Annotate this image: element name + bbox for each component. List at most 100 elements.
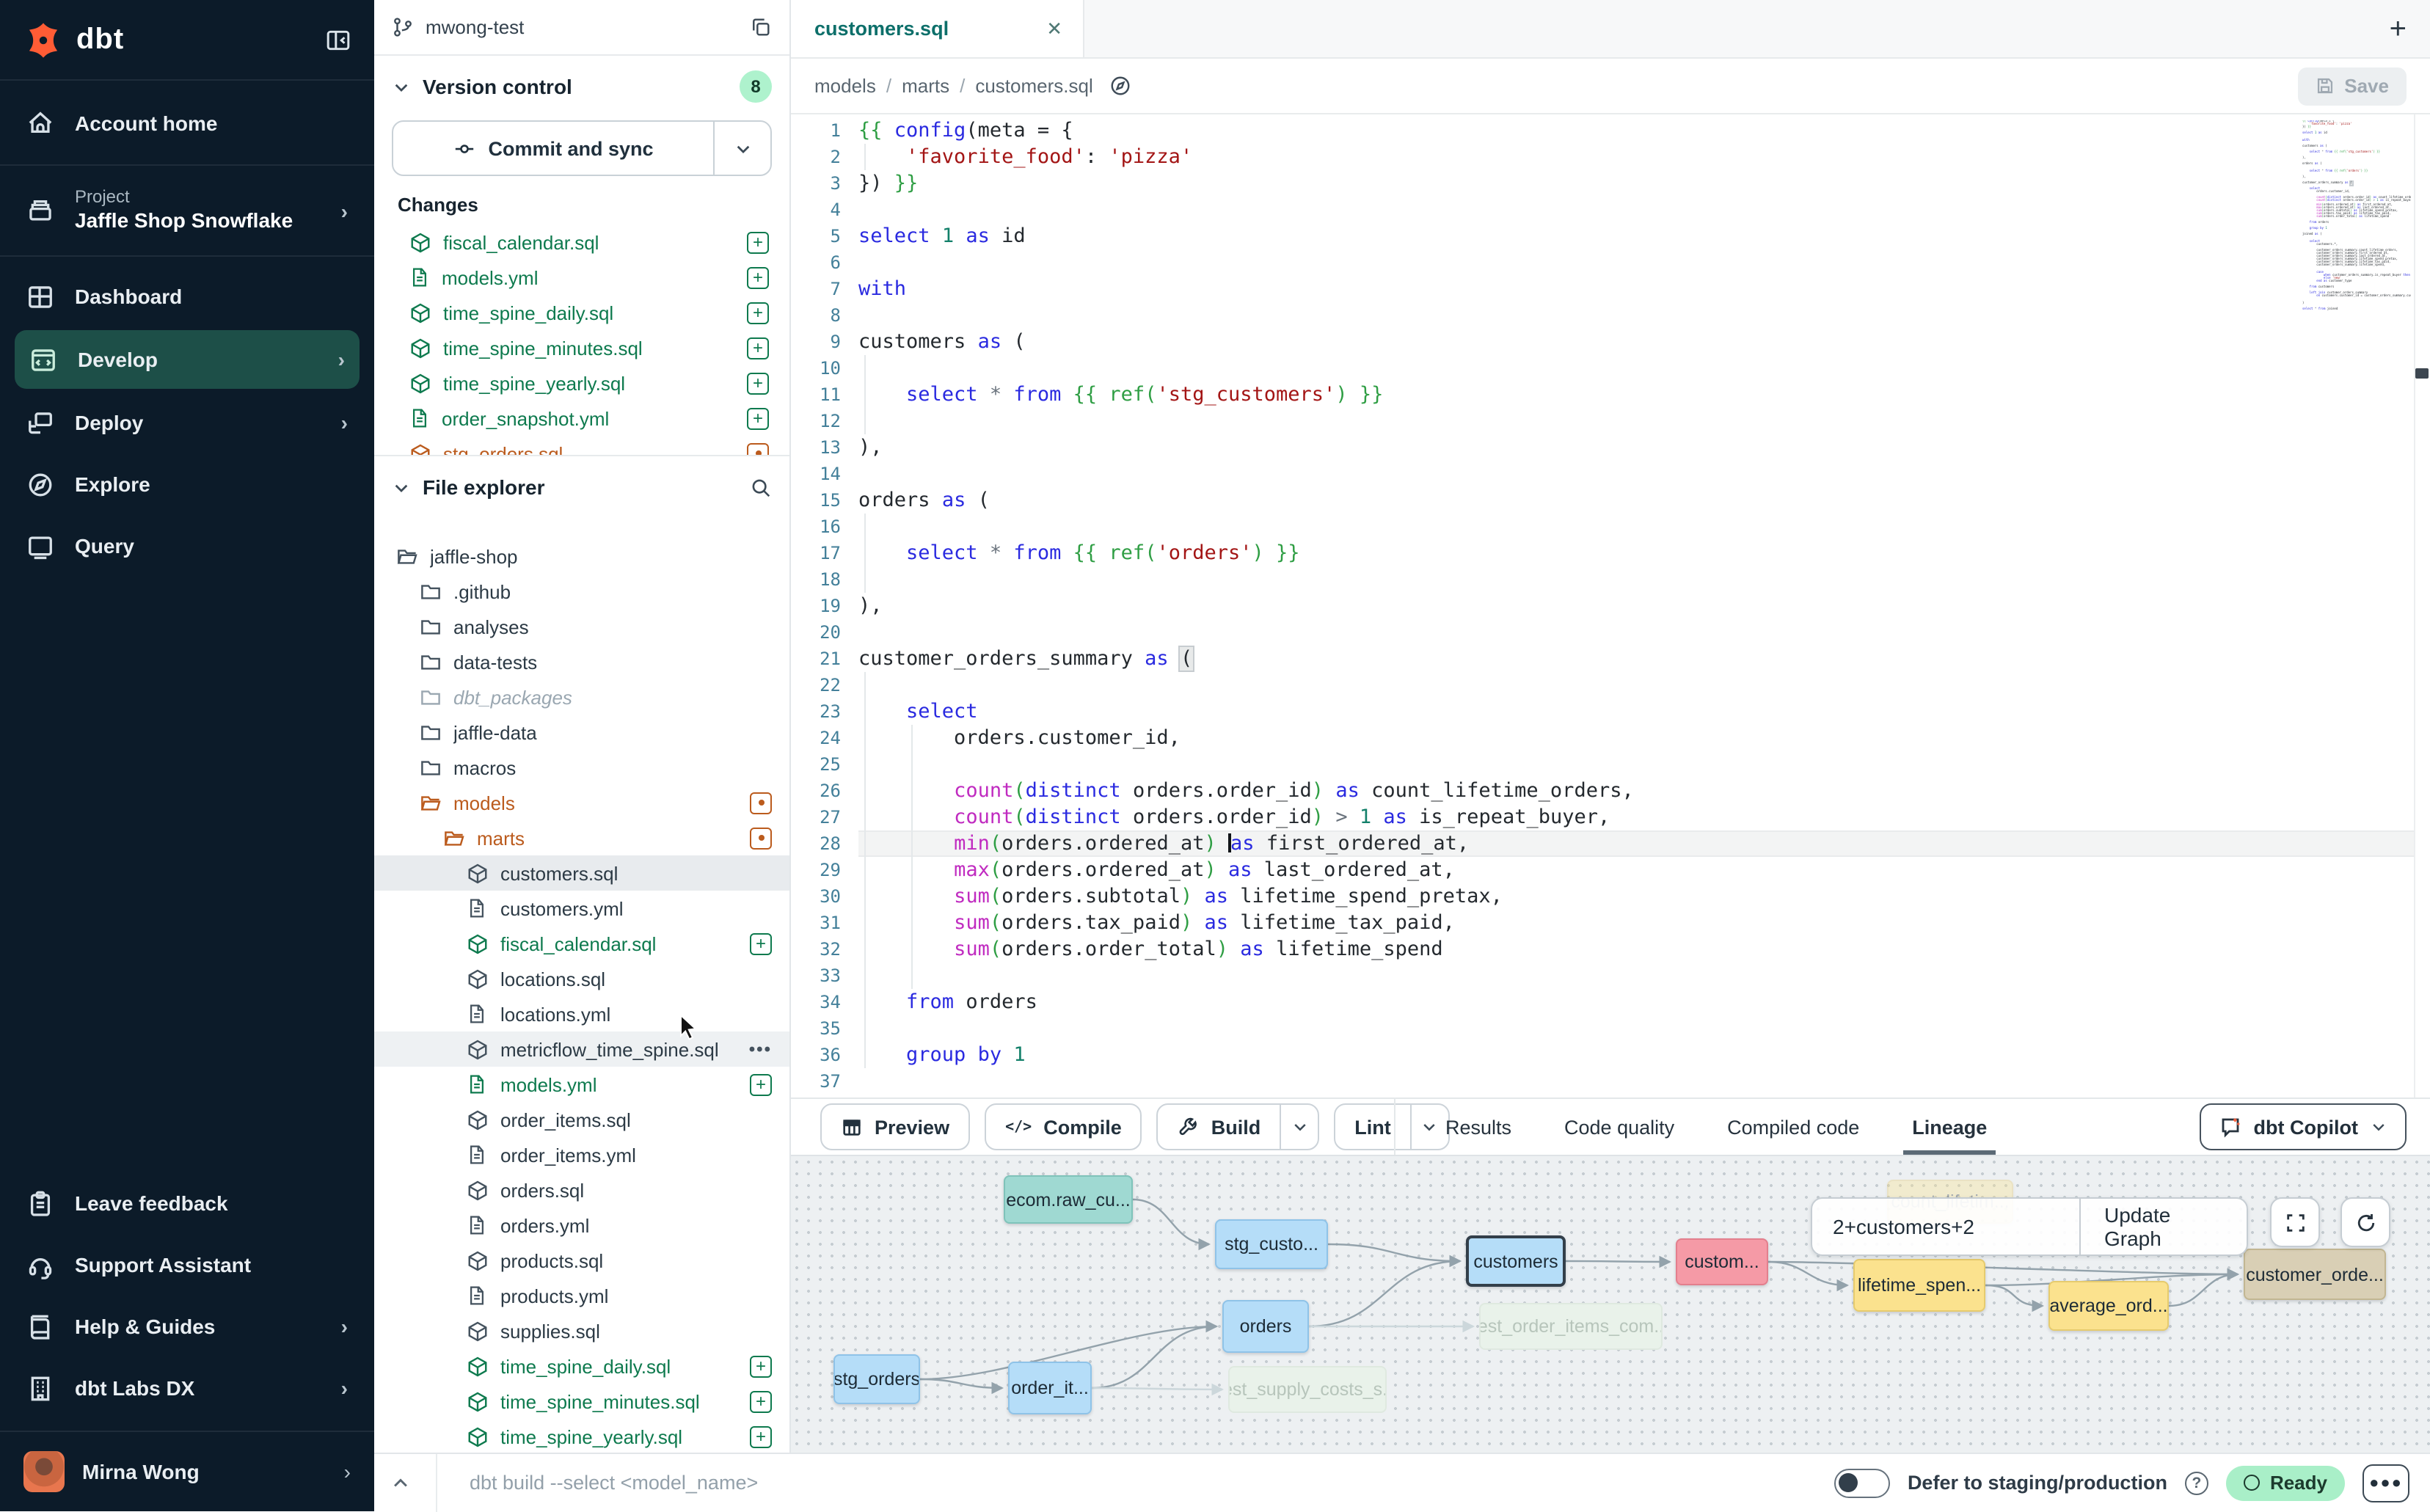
sidebar-user-menu[interactable]: Mirna Wong ›: [0, 1432, 374, 1511]
expand-command-bar-icon[interactable]: [383, 1465, 418, 1500]
lineage-node-ecom[interactable]: ecom.raw_cu...: [1004, 1175, 1133, 1224]
sidebar-item-develop[interactable]: Develop ›: [15, 330, 360, 389]
stage-plus-icon[interactable]: +: [747, 302, 769, 324]
tab-customers-sql[interactable]: customers.sql ✕: [791, 0, 1084, 57]
close-icon[interactable]: ✕: [1046, 17, 1062, 40]
compile-button[interactable]: </> Compile: [985, 1103, 1142, 1150]
sidebar-item-project[interactable]: Project Jaffle Shop Snowflake ›: [0, 166, 374, 257]
update-graph-button[interactable]: Update Graph: [2081, 1199, 2247, 1254]
lineage-search-input[interactable]: 2+customers+2: [1812, 1199, 2081, 1254]
file-tree-item-marts[interactable]: marts: [374, 820, 789, 855]
status-badge[interactable]: Ready: [2226, 1465, 2345, 1500]
tab-code-quality[interactable]: Code quality: [1544, 1099, 1695, 1155]
help-icon[interactable]: ?: [2185, 1471, 2208, 1494]
sidebar-item-leave-feedback[interactable]: Leave feedback: [0, 1172, 374, 1234]
minimap[interactable]: {{ config(meta = { 'favorite_food': 'piz…: [2302, 120, 2411, 311]
version-control-header[interactable]: Version control 8: [374, 56, 789, 117]
file-tree-item-time-spine-minutes-sql[interactable]: time_spine_minutes.sql+: [374, 1384, 789, 1419]
more-options-button[interactable]: ●●●: [2362, 1464, 2409, 1502]
tab-compiled-code[interactable]: Compiled code: [1707, 1099, 1880, 1155]
stage-plus-icon[interactable]: +: [747, 266, 769, 288]
changed-file-row[interactable]: time_spine_daily.sql+: [374, 295, 789, 330]
fullscreen-button[interactable]: [2270, 1197, 2320, 1247]
command-input[interactable]: dbt build --select <model_name>: [455, 1472, 1817, 1494]
stage-plus-icon[interactable]: +: [747, 407, 769, 429]
lineage-node-lifetime[interactable]: lifetime_spen...: [1853, 1259, 1985, 1312]
refresh-graph-button[interactable]: [2340, 1197, 2390, 1247]
modified-dot-icon[interactable]: [750, 827, 772, 849]
build-options-chevron[interactable]: [1280, 1105, 1318, 1149]
file-tree-item-order-items-yml[interactable]: order_items.yml: [374, 1137, 789, 1172]
breadcrumb-file[interactable]: customers.sql: [975, 75, 1092, 97]
save-button[interactable]: Save: [2297, 67, 2407, 105]
lineage-node-stg_customers[interactable]: stg_custo...: [1215, 1219, 1328, 1269]
file-tree-item-locations-yml[interactable]: locations.yml: [374, 996, 789, 1031]
file-tree-item-order-items-sql[interactable]: order_items.sql: [374, 1102, 789, 1137]
lineage-node-test_supply[interactable]: test_supply_costs_s...: [1228, 1366, 1387, 1413]
changed-file-row[interactable]: stg_orders.sql: [374, 436, 789, 456]
code-editor[interactable]: 1234567891011121314151617181920212223242…: [791, 114, 2430, 1098]
stage-plus-icon[interactable]: +: [750, 1425, 772, 1447]
file-tree-item-customers-sql[interactable]: customers.sql: [374, 855, 789, 891]
breadcrumb-models[interactable]: models: [814, 75, 876, 97]
changed-file-row[interactable]: order_snapshot.yml+: [374, 401, 789, 436]
file-tree-item-jaffle-shop[interactable]: jaffle-shop: [374, 538, 789, 574]
file-tree-item-jaffle-data[interactable]: jaffle-data: [374, 715, 789, 750]
lineage-node-custom[interactable]: custom...: [1676, 1238, 1768, 1285]
file-tree-item-macros[interactable]: macros: [374, 750, 789, 785]
defer-toggle[interactable]: [1834, 1468, 1890, 1497]
file-tree-item--github[interactable]: .github: [374, 574, 789, 609]
sidebar-item-explore[interactable]: Explore: [0, 453, 374, 515]
file-tree-item-orders-sql[interactable]: orders.sql: [374, 1172, 789, 1208]
sidebar-item-help-guides[interactable]: Help & Guides ›: [0, 1296, 374, 1357]
file-tree-item-models[interactable]: models: [374, 785, 789, 820]
editor-scrollbar[interactable]: [2414, 114, 2430, 1098]
compass-lineage-icon[interactable]: [1109, 75, 1131, 97]
stage-plus-icon[interactable]: +: [750, 1355, 772, 1377]
lineage-node-customers[interactable]: customers: [1466, 1235, 1566, 1287]
file-tree-item-products-yml[interactable]: products.yml: [374, 1278, 789, 1313]
preview-button[interactable]: Preview: [820, 1103, 970, 1150]
search-icon[interactable]: [750, 476, 772, 498]
copy-icon[interactable]: [750, 16, 772, 38]
new-tab-button[interactable]: +: [2390, 0, 2407, 59]
file-tree-item-dbt-packages[interactable]: dbt_packages: [374, 679, 789, 715]
lineage-node-average[interactable]: average_ord...: [2048, 1281, 2169, 1331]
stage-plus-icon[interactable]: +: [750, 932, 772, 954]
file-tree-item-data-tests[interactable]: data-tests: [374, 644, 789, 679]
modified-dot-icon[interactable]: [750, 792, 772, 814]
file-tree-item-supplies-sql[interactable]: supplies.sql: [374, 1313, 789, 1348]
file-tree-item-time-spine-daily-sql[interactable]: time_spine_daily.sql+: [374, 1348, 789, 1384]
changed-file-row[interactable]: time_spine_minutes.sql+: [374, 330, 789, 365]
changed-file-row[interactable]: time_spine_yearly.sql+: [374, 365, 789, 401]
build-button[interactable]: Build: [1157, 1103, 1320, 1150]
breadcrumb-marts[interactable]: marts: [902, 75, 949, 97]
lineage-node-cust_orders[interactable]: customer_orde...: [2244, 1249, 2386, 1300]
sidebar-item-query[interactable]: Query: [0, 515, 374, 577]
tab-results[interactable]: Results: [1425, 1099, 1532, 1155]
file-tree-item-customers-yml[interactable]: customers.yml: [374, 891, 789, 926]
file-tree-item-locations-sql[interactable]: locations.sql: [374, 961, 789, 996]
sidebar-item-support-assistant[interactable]: Support Assistant: [0, 1234, 374, 1296]
file-tree-item-metricflow-time-spine-sql[interactable]: metricflow_time_spine.sql•••: [374, 1031, 789, 1067]
stage-plus-icon[interactable]: +: [750, 1073, 772, 1095]
file-explorer-header[interactable]: File explorer: [374, 456, 789, 518]
dbt-copilot-button[interactable]: dbt Copilot: [2200, 1103, 2407, 1150]
lineage-node-stg_orders[interactable]: stg_orders: [833, 1354, 920, 1404]
file-tree-item-orders-yml[interactable]: orders.yml: [374, 1208, 789, 1243]
stage-plus-icon[interactable]: +: [747, 337, 769, 359]
commit-and-sync-button[interactable]: Commit and sync: [392, 120, 772, 176]
tab-lineage[interactable]: Lineage: [1891, 1099, 2007, 1155]
sidebar-item-dbt-labs-dx[interactable]: dbt Labs DX ›: [0, 1357, 374, 1419]
modified-dot-icon[interactable]: [747, 442, 769, 456]
changed-file-row[interactable]: fiscal_calendar.sql+: [374, 224, 789, 260]
sidebar-item-account-home[interactable]: Account home: [0, 81, 374, 166]
commit-options-chevron[interactable]: [715, 122, 770, 175]
file-tree-item-analyses[interactable]: analyses: [374, 609, 789, 644]
changed-file-row[interactable]: models.yml+: [374, 260, 789, 295]
row-menu-icon[interactable]: •••: [749, 1039, 772, 1059]
stage-plus-icon[interactable]: +: [747, 372, 769, 394]
stage-plus-icon[interactable]: +: [747, 231, 769, 253]
file-tree-item-models-yml[interactable]: models.yml+: [374, 1067, 789, 1102]
sidebar-item-deploy[interactable]: Deploy ›: [0, 392, 374, 453]
